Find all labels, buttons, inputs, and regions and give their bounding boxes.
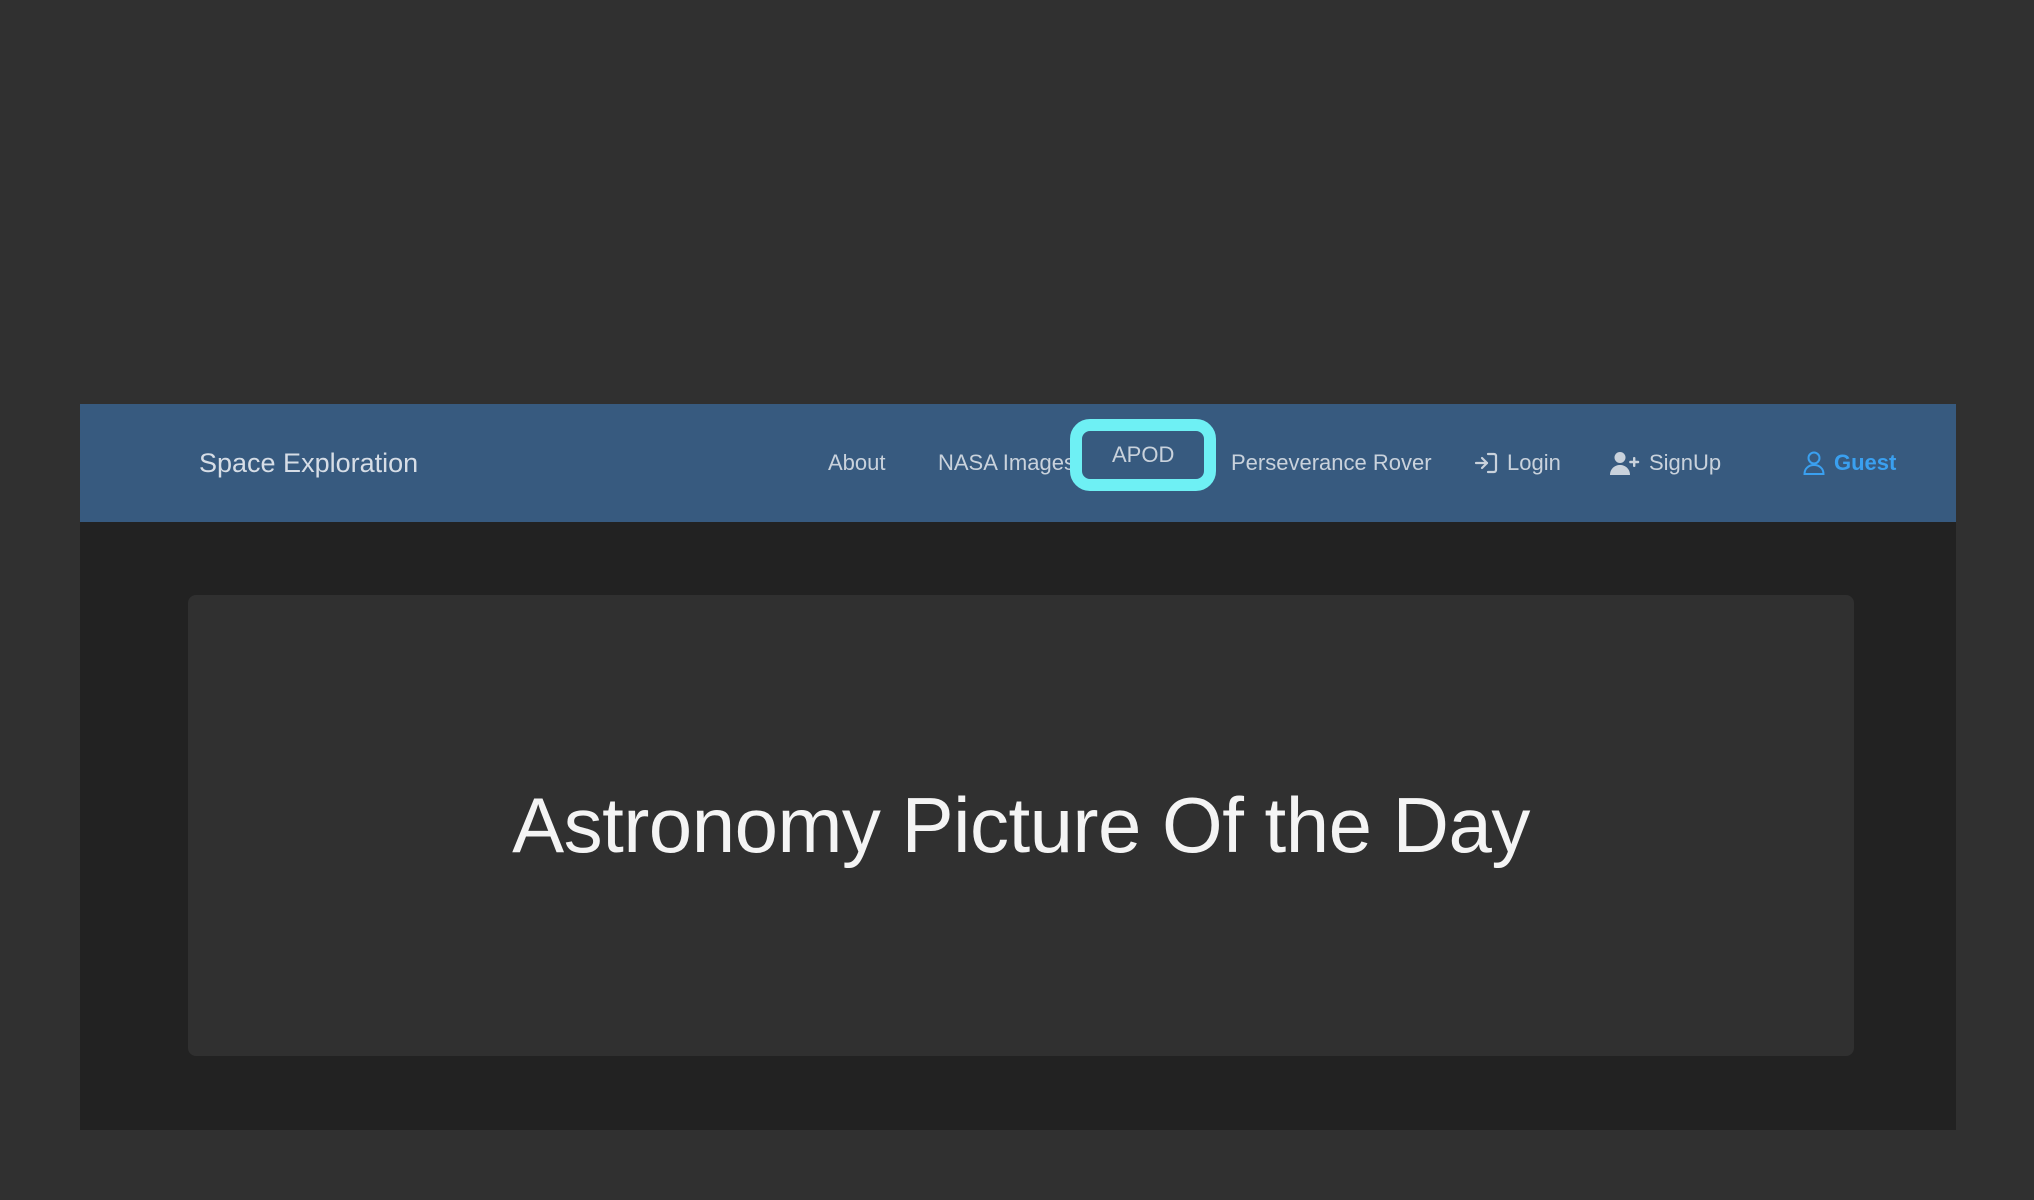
nav-link-login[interactable]: Login: [1474, 404, 1561, 522]
nav-link-login-label: Login: [1507, 450, 1561, 475]
nav-link-signup[interactable]: SignUp: [1610, 404, 1721, 522]
nav-link-apod[interactable]: APOD: [1070, 419, 1217, 491]
app-frame: Space Exploration About NASA Images APOD…: [80, 404, 1956, 1130]
nav-link-nasa-images[interactable]: NASA Images: [938, 404, 1075, 522]
apod-jumbotron: Astronomy Picture Of the Day: [188, 595, 1854, 1056]
nav-link-about-label: About: [828, 450, 886, 475]
login-icon: [1474, 452, 1498, 474]
nav-link-nasa-images-label: NASA Images: [938, 450, 1075, 475]
nav-link-signup-label: SignUp: [1649, 450, 1722, 475]
navbar-brand[interactable]: Space Exploration: [199, 404, 418, 522]
navbar: Space Exploration About NASA Images APOD…: [80, 404, 1956, 522]
nav-link-about[interactable]: About: [828, 404, 886, 522]
page-title: Astronomy Picture Of the Day: [512, 781, 1530, 869]
user-plus-icon: [1610, 451, 1640, 475]
nav-link-apod-label: APOD: [1112, 442, 1175, 467]
nav-link-perseverance-rover-label: Perseverance Rover: [1231, 450, 1432, 475]
user-icon: [1803, 451, 1825, 475]
nav-link-guest[interactable]: Guest: [1803, 404, 1896, 522]
nav-link-guest-label: Guest: [1834, 450, 1897, 475]
nav-link-perseverance-rover[interactable]: Perseverance Rover: [1231, 404, 1432, 522]
